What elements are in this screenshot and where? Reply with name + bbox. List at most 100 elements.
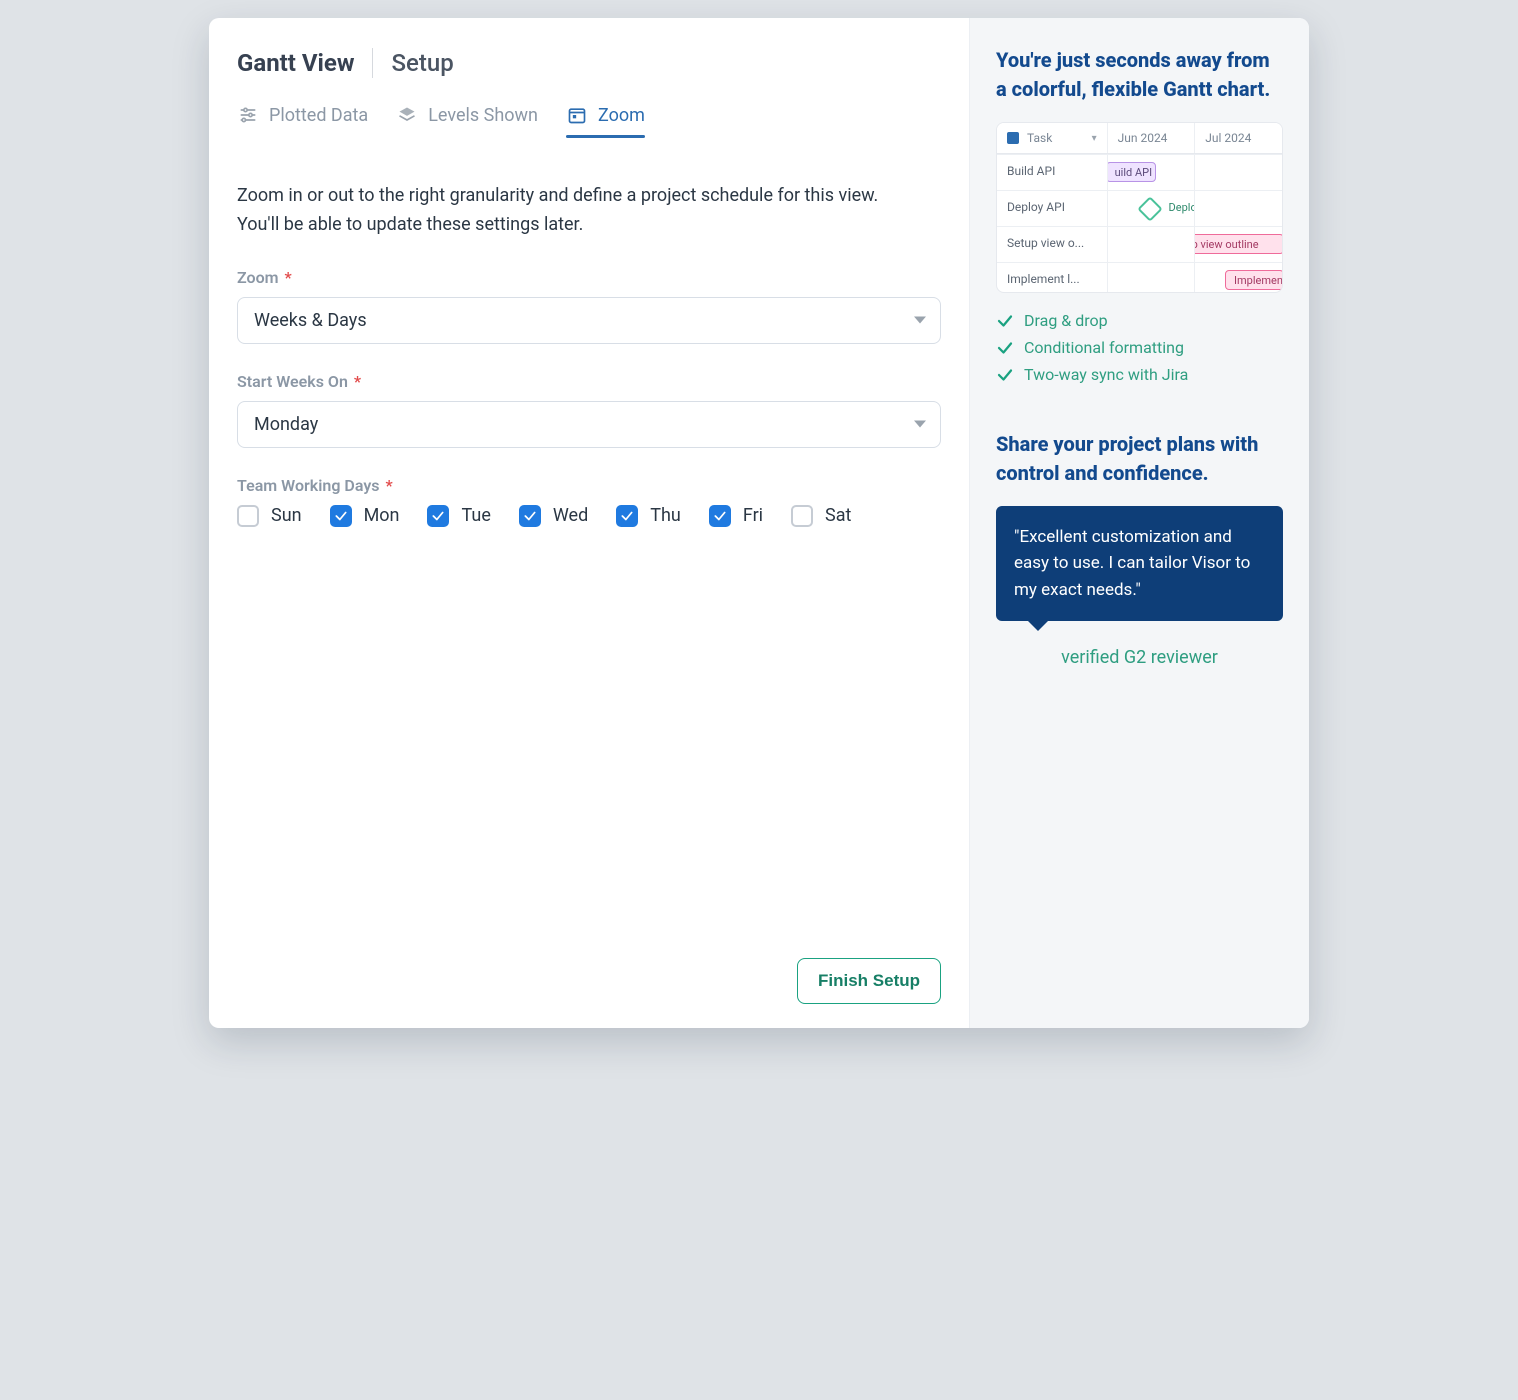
- label-start-week: Start Weeks On *: [237, 372, 941, 391]
- preview-header: Task ▾ Jun 2024 Jul 2024: [997, 123, 1282, 154]
- checkbox[interactable]: [616, 505, 638, 527]
- row-name: Setup view o...: [997, 226, 1107, 262]
- row-timeline: [1194, 190, 1282, 226]
- preview-col-task: Task ▾: [997, 123, 1107, 153]
- check-icon: [996, 339, 1014, 357]
- required-asterisk: *: [285, 268, 292, 287]
- day-tue[interactable]: Tue: [427, 505, 490, 527]
- required-asterisk: *: [354, 372, 361, 391]
- working-days-group: Sun Mon Tue: [237, 505, 941, 527]
- zoom-select[interactable]: Weeks & Days: [237, 297, 941, 344]
- right-headline: You're just seconds away from a colorful…: [996, 46, 1283, 104]
- gantt-bar: Implement l: [1225, 270, 1282, 290]
- benefit-text: Drag & drop: [1024, 311, 1108, 330]
- layers-icon: [396, 104, 418, 126]
- tab-label: Plotted Data: [269, 105, 368, 126]
- checkbox[interactable]: [791, 505, 813, 527]
- finish-setup-button[interactable]: Finish Setup: [797, 958, 941, 1004]
- sliders-icon: [237, 104, 259, 126]
- day-thu[interactable]: Thu: [616, 505, 681, 527]
- tab-levels-shown[interactable]: Levels Shown: [396, 96, 538, 136]
- checkbox[interactable]: [709, 505, 731, 527]
- preview-row: Deploy API Deploy API: [997, 190, 1282, 226]
- benefit-text: Two-way sync with Jira: [1024, 365, 1188, 384]
- row-name: Implement l...: [997, 262, 1107, 292]
- gantt-bar: uild API: [1107, 162, 1156, 182]
- start-week-select[interactable]: Monday: [237, 401, 941, 448]
- tab-zoom[interactable]: Zoom: [566, 96, 645, 136]
- day-label: Tue: [461, 505, 490, 526]
- day-label: Fri: [743, 505, 763, 526]
- select-value: Weeks & Days: [254, 310, 367, 331]
- benefit-item: Drag & drop: [996, 311, 1283, 330]
- label-zoom: Zoom *: [237, 268, 941, 287]
- testimonial-quote: "Excellent customization and easy to use…: [996, 506, 1283, 621]
- tab-plotted-data[interactable]: Plotted Data: [237, 96, 368, 136]
- modal-left: Gantt View Setup Plotted Data: [209, 18, 969, 1028]
- day-sun[interactable]: Sun: [237, 505, 302, 527]
- select-value: Monday: [254, 414, 318, 435]
- page-subtitle: Setup: [391, 49, 453, 77]
- label-text: Start Weeks On: [237, 372, 348, 391]
- modal-right-panel: You're just seconds away from a colorful…: [969, 18, 1309, 1028]
- label-text: Team Working Days: [237, 476, 380, 495]
- setup-tabs: Plotted Data Levels Shown: [237, 96, 941, 136]
- row-timeline: Deploy API: [1107, 190, 1195, 226]
- preview-row: Setup view o... Setup view outline: [997, 226, 1282, 262]
- row-timeline: Setup view outline: [1194, 226, 1282, 262]
- gantt-bar: Setup view outline: [1194, 234, 1282, 254]
- benefit-item: Two-way sync with Jira: [996, 365, 1283, 384]
- label-working-days: Team Working Days *: [237, 476, 941, 495]
- row-timeline: [1194, 154, 1282, 190]
- row-name: Build API: [997, 154, 1107, 190]
- benefit-item: Conditional formatting: [996, 338, 1283, 357]
- modal-footer: Finish Setup: [237, 938, 941, 1004]
- benefits-list: Drag & drop Conditional formatting Two-w…: [996, 311, 1283, 384]
- day-wed[interactable]: Wed: [519, 505, 588, 527]
- chevron-down-icon: [914, 421, 926, 428]
- page-title: Gantt View: [237, 49, 354, 77]
- preview-col-jun: Jun 2024: [1107, 123, 1195, 153]
- setup-modal: Gantt View Setup Plotted Data: [209, 18, 1309, 1028]
- day-sat[interactable]: Sat: [791, 505, 851, 527]
- calendar-icon: [566, 104, 588, 126]
- preview-col-jul: Jul 2024: [1194, 123, 1282, 153]
- milestone-label: Deploy API: [1169, 201, 1195, 214]
- task-icon: [1007, 132, 1019, 144]
- chevron-down-icon: [914, 317, 926, 324]
- required-asterisk: *: [386, 476, 393, 495]
- row-timeline: [1107, 226, 1195, 262]
- checkbox[interactable]: [427, 505, 449, 527]
- row-timeline: uild API: [1107, 154, 1195, 190]
- checkbox[interactable]: [519, 505, 541, 527]
- gantt-preview: Task ▾ Jun 2024 Jul 2024 Build API uild …: [996, 122, 1283, 293]
- tab-label: Levels Shown: [428, 105, 538, 126]
- modal-header: Gantt View Setup: [237, 48, 941, 78]
- field-zoom: Zoom * Weeks & Days: [237, 268, 941, 344]
- checkbox[interactable]: [330, 505, 352, 527]
- row-name: Deploy API: [997, 190, 1107, 226]
- check-icon: [996, 366, 1014, 384]
- intro-text: Zoom in or out to the right granularity …: [237, 182, 897, 240]
- day-label: Mon: [364, 505, 400, 526]
- label-text: Zoom: [237, 268, 279, 287]
- checkbox[interactable]: [237, 505, 259, 527]
- testimonial-attribution: verified G2 reviewer: [996, 647, 1283, 668]
- title-separator: [372, 48, 373, 78]
- col-label: Task: [1027, 131, 1052, 145]
- check-icon: [996, 312, 1014, 330]
- chevron-down-icon: ▾: [1092, 133, 1097, 144]
- preview-row: Build API uild API: [997, 154, 1282, 190]
- day-fri[interactable]: Fri: [709, 505, 763, 527]
- row-timeline: Implement l: [1194, 262, 1282, 292]
- day-label: Sun: [271, 505, 302, 526]
- benefit-text: Conditional formatting: [1024, 338, 1184, 357]
- preview-row: Implement l... Implement l: [997, 262, 1282, 292]
- day-label: Thu: [650, 505, 681, 526]
- row-timeline: [1107, 262, 1195, 292]
- field-start-week: Start Weeks On * Monday: [237, 372, 941, 448]
- share-headline: Share your project plans with control an…: [996, 430, 1283, 488]
- tab-label: Zoom: [598, 105, 645, 126]
- day-mon[interactable]: Mon: [330, 505, 400, 527]
- day-label: Sat: [825, 505, 851, 526]
